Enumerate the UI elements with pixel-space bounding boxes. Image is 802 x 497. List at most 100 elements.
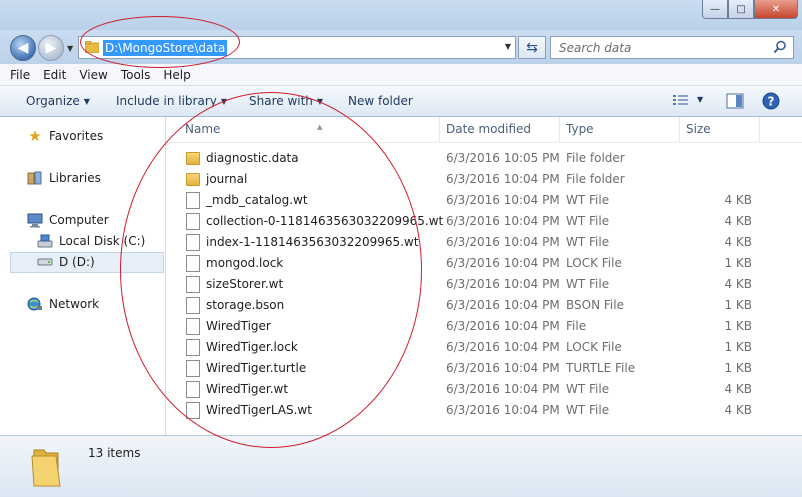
- file-date-modified: 6/3/2016 10:05 PM: [446, 151, 560, 165]
- file-name: WiredTiger: [206, 319, 271, 333]
- recent-pages-dropdown-icon[interactable]: ▼: [67, 44, 73, 53]
- preview-pane-icon[interactable]: [726, 93, 744, 109]
- navigation-bar: ◀ ▶ ▼ D:\MongoStore\data ▼ ⇆ Search data: [0, 30, 802, 64]
- file-size: 4 KB: [724, 403, 752, 417]
- file-type: File folder: [566, 151, 625, 165]
- menu-file[interactable]: File: [10, 68, 30, 82]
- table-row[interactable]: WiredTiger 6/3/2016 10:04 PM File 1 KB: [181, 316, 781, 337]
- file-size: 1 KB: [724, 256, 752, 270]
- file-icon: [186, 318, 200, 335]
- view-options-icon[interactable]: [672, 93, 690, 107]
- file-date-modified: 6/3/2016 10:04 PM: [446, 277, 560, 291]
- file-name: diagnostic.data: [206, 151, 299, 165]
- file-list: ▲ Name Date modified Type Size diagnosti…: [167, 117, 802, 435]
- table-row[interactable]: mongod.lock 6/3/2016 10:04 PM LOCK File 1 K…: [181, 253, 781, 274]
- file-type: TURTLE File: [566, 361, 636, 375]
- chevron-down-icon: ▼: [316, 97, 324, 106]
- file-name: storage.bson: [206, 298, 285, 312]
- menu-tools[interactable]: Tools: [121, 68, 151, 82]
- file-type: WT File: [566, 214, 610, 228]
- minimize-button[interactable]: —: [702, 0, 728, 19]
- column-header-date-modified[interactable]: Date modified: [440, 117, 560, 142]
- file-date-modified: 6/3/2016 10:04 PM: [446, 214, 560, 228]
- file-date-modified: 6/3/2016 10:04 PM: [446, 172, 560, 186]
- column-header-name[interactable]: ▲ Name: [179, 117, 440, 142]
- file-name: index-1-1181463563032209965.wt: [206, 235, 419, 249]
- file-icon: [186, 297, 200, 314]
- table-row[interactable]: collection-0-1181463563032209965.wt 6/3/2…: [181, 211, 781, 232]
- nav-d-drive-label: D (D:): [59, 255, 95, 269]
- column-name-label: Name: [185, 122, 221, 136]
- search-input[interactable]: Search data: [550, 36, 794, 59]
- file-name: mongod.lock: [206, 256, 284, 270]
- address-dropdown-icon[interactable]: ▼: [505, 42, 511, 51]
- search-icon[interactable]: [773, 40, 787, 54]
- close-button[interactable]: ✕: [754, 0, 798, 19]
- back-button[interactable]: ◀: [10, 35, 36, 61]
- address-path[interactable]: D:\MongoStore\data: [103, 40, 228, 56]
- organize-button[interactable]: Organize ▼: [26, 94, 90, 108]
- table-row[interactable]: storage.bson 6/3/2016 10:04 PM BSON File 1 …: [181, 295, 781, 316]
- table-row[interactable]: WiredTiger.turtle 6/3/2016 10:04 PM TURTLE…: [181, 358, 781, 379]
- table-row[interactable]: journal 6/3/2016 10:04 PM File folder: [181, 169, 781, 190]
- details-pane: 13 items: [0, 435, 802, 497]
- file-date-modified: 6/3/2016 10:04 PM: [446, 403, 560, 417]
- folder-icon: [186, 152, 200, 165]
- drive-icon: [37, 233, 53, 249]
- table-row[interactable]: index-1-1181463563032209965.wt 6/3/2016 1…: [181, 232, 781, 253]
- table-row[interactable]: sizeStorer.wt 6/3/2016 10:04 PM WT File 4 K…: [181, 274, 781, 295]
- network-icon: [27, 296, 43, 312]
- nav-computer[interactable]: Computer: [27, 212, 109, 228]
- nav-local-disk-label: Local Disk (C:): [59, 234, 146, 248]
- view-dropdown-icon[interactable]: ▼: [697, 95, 703, 104]
- library-icon: [27, 170, 43, 186]
- table-row[interactable]: _mdb_catalog.wt 6/3/2016 10:04 PM WT File 4…: [181, 190, 781, 211]
- include-in-library-label: Include in library: [116, 94, 217, 108]
- file-date-modified: 6/3/2016 10:04 PM: [446, 319, 560, 333]
- file-size: 1 KB: [724, 298, 752, 312]
- nav-libraries-label: Libraries: [49, 171, 101, 185]
- file-type: WT File: [566, 382, 610, 396]
- nav-local-disk-c[interactable]: Local Disk (C:): [37, 233, 145, 249]
- table-row[interactable]: diagnostic.data 6/3/2016 10:05 PM File fol…: [181, 148, 781, 169]
- file-name: journal: [206, 172, 248, 186]
- table-row[interactable]: WiredTiger.wt 6/3/2016 10:04 PM WT File 4 K…: [181, 379, 781, 400]
- nav-network[interactable]: Network: [27, 296, 99, 312]
- file-date-modified: 6/3/2016 10:04 PM: [446, 361, 560, 375]
- file-name: _mdb_catalog.wt: [206, 193, 308, 207]
- file-name: collection-0-1181463563032209965.wt: [206, 214, 444, 228]
- include-in-library-button[interactable]: Include in library ▼: [116, 94, 227, 108]
- menu-edit[interactable]: Edit: [43, 68, 66, 82]
- table-row[interactable]: WiredTiger.lock 6/3/2016 10:04 PM LOCK Fil…: [181, 337, 781, 358]
- navigation-pane: ★ Favorites Libraries Computer Local Dis…: [0, 117, 166, 435]
- back-arrow-icon: ◀: [17, 40, 29, 56]
- table-row[interactable]: WiredTigerLAS.wt 6/3/2016 10:04 PM WT File…: [181, 400, 781, 421]
- file-type: WT File: [566, 277, 610, 291]
- file-name: WiredTigerLAS.wt: [206, 403, 312, 417]
- file-icon: [186, 213, 200, 230]
- nav-libraries[interactable]: Libraries: [27, 170, 101, 186]
- file-type: WT File: [566, 403, 610, 417]
- refresh-button[interactable]: ⇆: [518, 36, 546, 59]
- column-header-type[interactable]: Type: [560, 117, 680, 142]
- forward-button[interactable]: ▶: [38, 35, 64, 61]
- search-placeholder: Search data: [559, 41, 632, 55]
- new-folder-button[interactable]: New folder: [348, 94, 413, 108]
- column-header-size[interactable]: Size: [680, 117, 760, 142]
- file-type: File folder: [566, 172, 625, 186]
- file-icon: [186, 339, 200, 356]
- title-bar: — □ ✕: [0, 0, 802, 34]
- menu-view[interactable]: View: [79, 68, 107, 82]
- nav-d-drive[interactable]: D (D:): [37, 254, 95, 270]
- menu-help[interactable]: Help: [163, 68, 190, 82]
- maximize-button[interactable]: □: [728, 0, 754, 19]
- file-name: sizeStorer.wt: [206, 277, 284, 291]
- window-controls: — □ ✕: [702, 0, 798, 19]
- file-date-modified: 6/3/2016 10:04 PM: [446, 298, 560, 312]
- nav-favorites[interactable]: ★ Favorites: [27, 127, 103, 145]
- header-divider: [167, 142, 802, 143]
- share-with-button[interactable]: Share with ▼: [249, 94, 323, 108]
- refresh-icon: ⇆: [526, 39, 538, 56]
- help-icon[interactable]: ?: [762, 92, 780, 110]
- address-bar[interactable]: D:\MongoStore\data ▼: [78, 36, 516, 59]
